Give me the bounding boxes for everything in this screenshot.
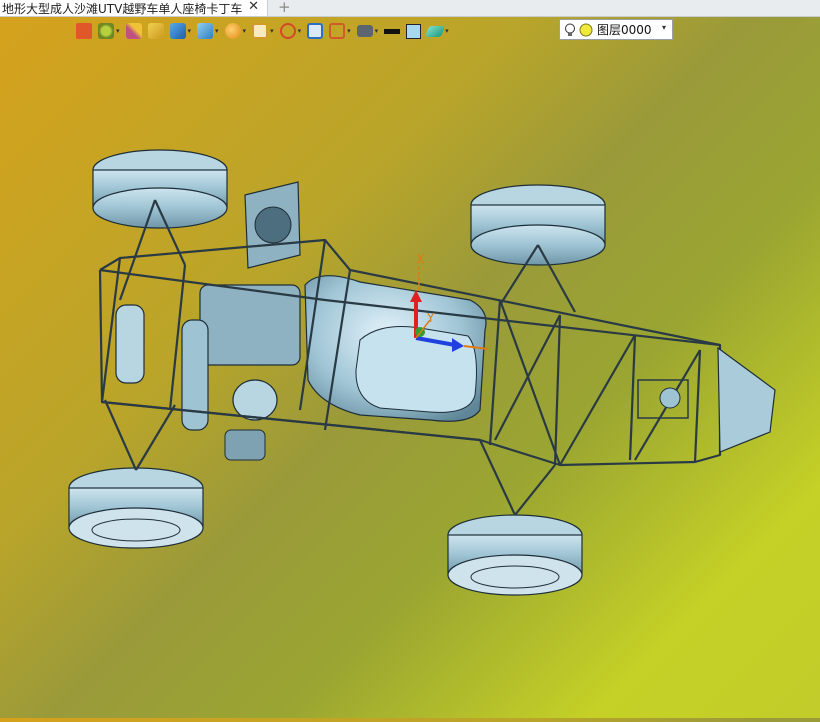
close-tab-icon[interactable]: ✕ <box>248 0 259 14</box>
nose-cone <box>717 346 776 453</box>
cube-button[interactable]: ▾ <box>169 21 192 41</box>
tree-icon <box>98 23 114 39</box>
new-tab-icon[interactable]: + <box>278 0 291 16</box>
frame-icon <box>307 23 324 39</box>
exit-icon <box>76 23 92 39</box>
line-style-button[interactable] <box>384 21 401 41</box>
triad-x-label: X <box>416 253 425 268</box>
box-button[interactable] <box>147 21 164 41</box>
view-cube-icon <box>197 23 214 39</box>
kart-model: X Y <box>68 149 776 596</box>
chevron-down-icon: ▾ <box>270 27 274 35</box>
tree-button[interactable]: ▾ <box>98 21 120 41</box>
chevron-down-icon: ▾ <box>374 27 379 35</box>
line-style-icon <box>384 28 401 34</box>
layers-icon <box>425 25 446 37</box>
orient-button[interactable]: ▾ <box>279 21 302 41</box>
display-button[interactable]: ▾ <box>356 21 379 41</box>
document-tab-title: 地形大型成人沙滩UTV越野车单人座椅卡丁车] <box>2 1 242 16</box>
radiator <box>244 181 301 269</box>
chevron-down-icon: ▾ <box>116 27 120 35</box>
zoom-fit-icon <box>252 23 269 39</box>
exit-button[interactable] <box>76 21 92 41</box>
chevron-down-icon: ▾ <box>297 27 302 35</box>
sphere-button[interactable]: ▾ <box>224 21 247 41</box>
view-cube-button[interactable]: ▾ <box>197 21 219 41</box>
document-tab[interactable]: 地形大型成人沙滩UTV越野车单人座椅卡丁车] ✕ <box>0 0 268 16</box>
cube-icon <box>169 23 186 39</box>
engine <box>115 284 301 461</box>
box-icon <box>147 23 164 39</box>
tire-front-left <box>92 149 228 229</box>
chevron-down-icon: ▾ <box>215 27 219 35</box>
chevron-down-icon: ▾ <box>347 27 351 35</box>
layers-button[interactable]: ▾ <box>425 21 449 41</box>
section-button[interactable]: ▾ <box>329 21 351 41</box>
3d-viewport[interactable]: X Y <box>0 40 820 718</box>
chevron-down-icon: ▾ <box>242 27 247 35</box>
brush-button[interactable] <box>125 21 142 41</box>
tire-rear-right <box>447 514 583 596</box>
frame-button[interactable] <box>307 21 324 41</box>
orient-icon <box>279 23 296 39</box>
chevron-down-icon: ▾ <box>445 27 449 35</box>
tire-front-right <box>470 184 606 266</box>
brush-icon <box>125 23 142 39</box>
display-icon <box>356 25 373 37</box>
fill-color-icon <box>406 23 422 39</box>
triad-y-label: Y <box>426 311 435 325</box>
layer-name: 图层0000 <box>597 23 652 37</box>
section-icon <box>329 23 346 39</box>
chevron-down-icon: ▾ <box>187 27 192 35</box>
tire-rear-left <box>68 467 204 549</box>
layer-color-icon <box>579 23 593 36</box>
chevron-down-icon: ▾ <box>661 23 666 32</box>
tab-bar: 地形大型成人沙滩UTV越野车单人座椅卡丁车] ✕ + <box>0 0 820 17</box>
zoom-fit-button[interactable]: ▾ <box>252 21 274 41</box>
sphere-icon <box>224 23 241 39</box>
lightbulb-icon <box>565 23 575 36</box>
fill-color-button[interactable] <box>406 21 422 41</box>
layer-dropdown[interactable]: 图层0000 ▾ <box>559 19 673 40</box>
